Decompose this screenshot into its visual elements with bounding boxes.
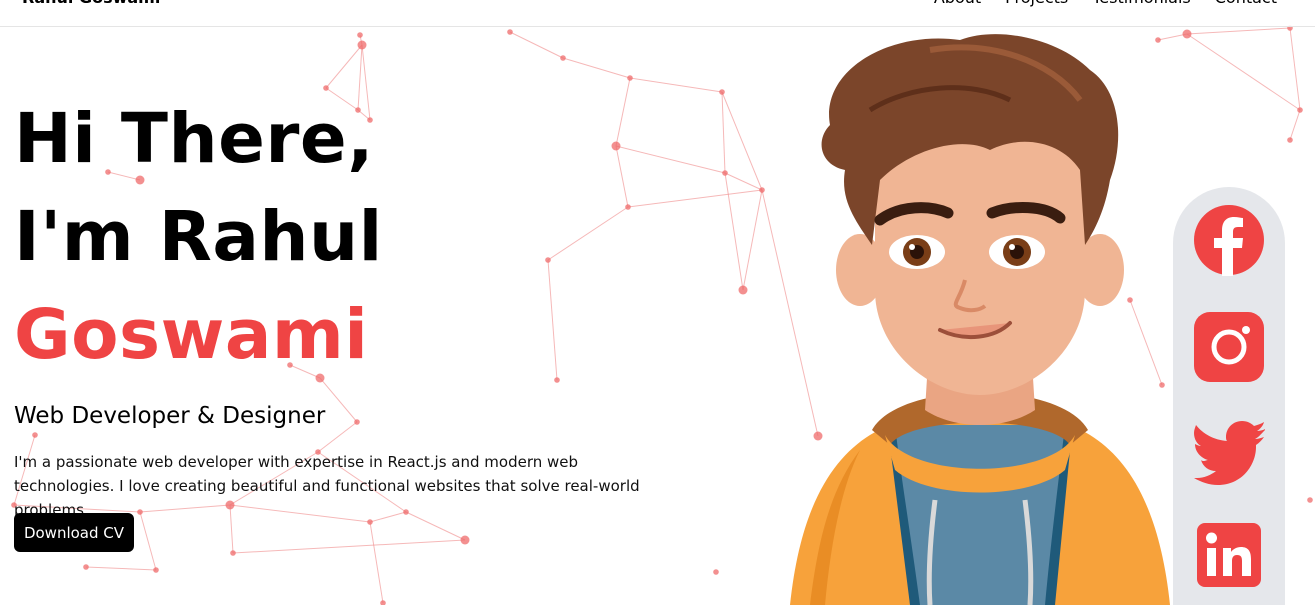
network-node: [611, 141, 621, 151]
nav-item-about[interactable]: About: [934, 0, 981, 8]
navbar: Rahul Goswami About Projects Testimonial…: [0, 0, 1315, 27]
network-node: [722, 170, 728, 176]
network-node: [460, 535, 470, 545]
network-link: [547, 259, 558, 381]
network-link: [1289, 109, 1301, 141]
network-link: [721, 91, 726, 174]
network-link: [1186, 33, 1301, 111]
network-node: [1307, 497, 1313, 503]
avatar-illustration: [790, 34, 1170, 605]
network-link: [629, 77, 723, 93]
network-node: [738, 285, 748, 295]
facebook-icon[interactable]: [1193, 204, 1265, 276]
network-node: [32, 432, 38, 438]
network-link: [1186, 27, 1291, 35]
social-links-panel: [1173, 187, 1285, 605]
hero-greeting: Hi There,: [14, 99, 374, 179]
network-node: [230, 550, 236, 556]
network-link: [232, 539, 466, 554]
brand-name[interactable]: Rahul Goswami: [22, 0, 160, 8]
network-link: [319, 377, 358, 423]
network-link: [325, 44, 363, 89]
network-node: [354, 419, 360, 425]
network-link: [615, 145, 726, 174]
nav-item-contact[interactable]: Contact: [1215, 0, 1277, 8]
hero-intro: I'm Rahul: [14, 197, 383, 277]
network-link: [721, 91, 763, 191]
download-cv-button[interactable]: Download CV: [14, 513, 134, 552]
linkedin-icon[interactable]: [1193, 519, 1265, 591]
hero-name: Goswami: [14, 295, 369, 375]
network-node: [625, 204, 631, 210]
hero-heading: Hi There, I'm Rahul Goswami: [14, 90, 383, 384]
network-node: [713, 569, 719, 575]
network-link: [562, 57, 631, 79]
network-node: [545, 257, 551, 263]
network-link: [509, 31, 564, 59]
network-node: [627, 75, 633, 81]
network-link: [369, 521, 384, 604]
hero-description: I'm a passionate web developer with expe…: [14, 453, 640, 519]
network-node: [1297, 107, 1303, 113]
network-link: [1289, 27, 1301, 111]
network-node: [719, 89, 725, 95]
network-link: [615, 145, 629, 208]
network-node: [554, 377, 560, 383]
network-node: [560, 55, 566, 61]
network-link: [615, 77, 631, 147]
twitter-icon[interactable]: [1193, 416, 1265, 488]
instagram-icon[interactable]: [1193, 311, 1265, 383]
network-node: [507, 29, 513, 35]
nav-item-testimonials[interactable]: Testimonials: [1092, 0, 1191, 8]
network-node: [83, 564, 89, 570]
network-link: [724, 172, 744, 291]
network-node: [380, 600, 386, 605]
hero-subtitle: Web Developer & Designer: [14, 403, 326, 429]
network-link: [85, 566, 157, 571]
network-node: [1287, 137, 1293, 143]
network-link: [627, 189, 763, 208]
network-link: [547, 206, 629, 261]
network-node: [357, 40, 367, 50]
nav-item-projects[interactable]: Projects: [1005, 0, 1068, 8]
network-node: [153, 567, 159, 573]
network-node: [357, 32, 363, 38]
nav-menu: About Projects Testimonials Contact: [934, 0, 1277, 8]
